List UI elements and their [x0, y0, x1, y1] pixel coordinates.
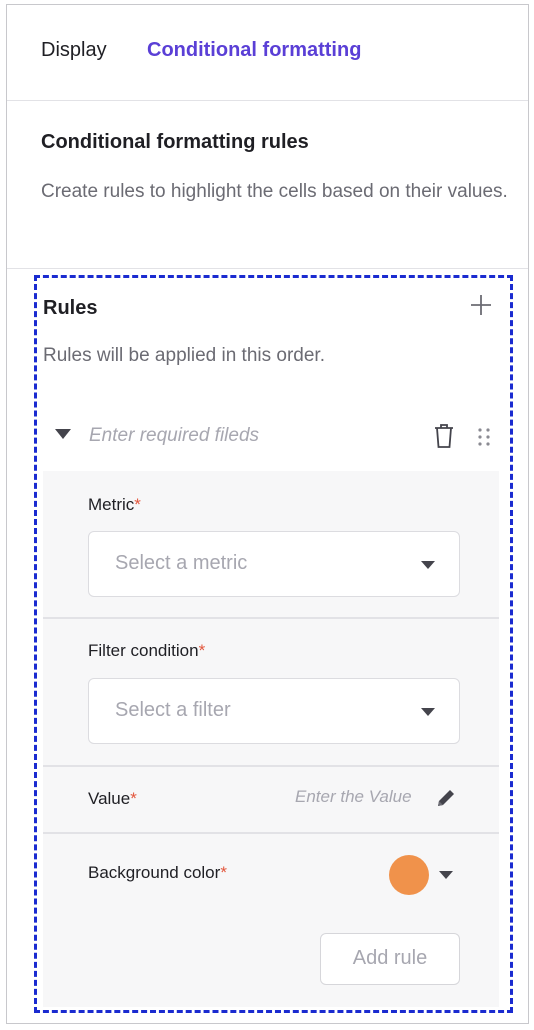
- metric-select[interactable]: Select a metric: [88, 531, 460, 597]
- section-description: Create rules to highlight the cells base…: [41, 181, 508, 202]
- chevron-down-icon: [421, 708, 435, 716]
- chevron-down-icon[interactable]: [439, 871, 453, 879]
- rules-title: Rules: [43, 297, 98, 319]
- rule-body: Metric* Select a metric Filter condition…: [43, 471, 499, 1007]
- pencil-icon[interactable]: [435, 787, 457, 809]
- value-label: Value*: [88, 789, 137, 809]
- metric-label: Metric*: [88, 495, 141, 515]
- filter-select[interactable]: Select a filter: [88, 678, 460, 744]
- metric-select-placeholder: Select a metric: [115, 552, 248, 574]
- trash-icon[interactable]: [433, 423, 455, 449]
- background-required-mark: *: [220, 863, 227, 882]
- rules-subtitle: Rules will be applied in this order.: [43, 345, 325, 366]
- filter-required-mark: *: [198, 641, 206, 660]
- metric-label-text: Metric: [88, 495, 135, 514]
- filter-label: Filter condition*: [88, 641, 205, 661]
- filter-select-placeholder: Select a filter: [115, 699, 231, 721]
- divider: [43, 765, 499, 767]
- value-input[interactable]: Enter the Value: [295, 787, 412, 807]
- tab-display[interactable]: Display: [41, 39, 107, 62]
- background-color-label-text: Background color: [88, 863, 221, 882]
- plus-icon[interactable]: [469, 293, 493, 317]
- add-rule-button[interactable]: Add rule: [320, 933, 460, 985]
- divider: [43, 617, 499, 619]
- tab-bar: Display Conditional formatting: [7, 5, 528, 101]
- color-swatch[interactable]: [389, 855, 429, 895]
- metric-required-mark: *: [134, 495, 141, 514]
- caret-down-icon[interactable]: [55, 429, 71, 439]
- tab-conditional-formatting[interactable]: Conditional formatting: [147, 39, 361, 62]
- section-header: Conditional formatting rules Create rule…: [7, 101, 528, 269]
- filter-label-text: Filter condition: [88, 641, 199, 660]
- value-required-mark: *: [130, 789, 137, 808]
- rule-header: Enter required fileds: [43, 415, 501, 461]
- drag-handle-icon[interactable]: [477, 427, 491, 447]
- section-title: Conditional formatting rules: [41, 131, 309, 153]
- chevron-down-icon: [421, 561, 435, 569]
- formatting-panel: Display Conditional formatting Condition…: [6, 4, 529, 1024]
- divider: [43, 832, 499, 834]
- rule-name-placeholder: Enter required fileds: [89, 425, 260, 446]
- background-color-label: Background color*: [88, 863, 227, 883]
- value-label-text: Value: [88, 789, 131, 808]
